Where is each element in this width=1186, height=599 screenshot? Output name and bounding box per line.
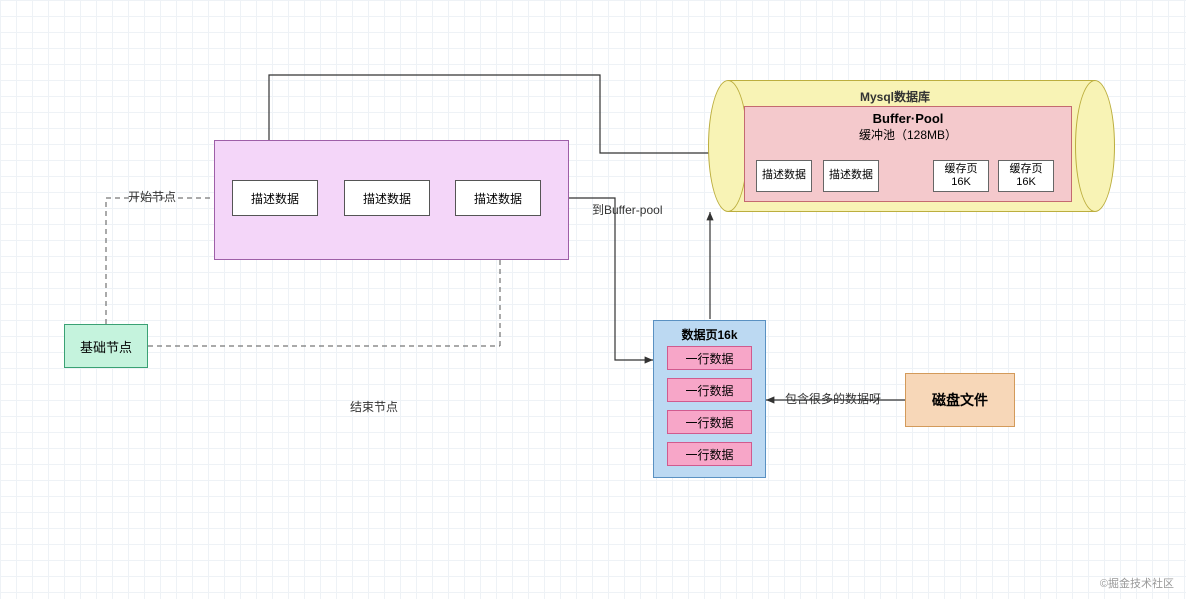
bp-desc-cell-0: 描述数据 (756, 160, 812, 192)
base-node: 基础节点 (64, 324, 148, 368)
bp-cache-cell-0: 缓存页 16K (933, 160, 989, 192)
bp-desc-cell-1: 描述数据 (823, 160, 879, 192)
mysql-cylinder-right-cap (1075, 80, 1115, 212)
data-page-title: 数据页16k (681, 326, 737, 343)
data-page-row-1: 一行数据 (667, 378, 752, 402)
free-list-cell-2: 描述数据 (455, 180, 541, 216)
data-page-row-0: 一行数据 (667, 346, 752, 370)
to-buffer-pool-label: 到Buffer-pool (592, 201, 662, 218)
mysql-cylinder-left-cap (708, 80, 748, 212)
free-list-cell-1: 描述数据 (344, 180, 430, 216)
mysql-title: Mysql数据库 (860, 88, 930, 105)
diagram-canvas: Free链表 描述数据 描述数据 描述数据 基础节点 开始节点 结束节点 到Bu… (0, 0, 1186, 599)
disk-file: 磁盘文件 (905, 373, 1015, 427)
end-node-label: 结束节点 (350, 398, 398, 415)
free-list-cell-0: 描述数据 (232, 180, 318, 216)
watermark: ©掘金技术社区 (1100, 575, 1174, 591)
data-page-row-3: 一行数据 (667, 442, 752, 466)
bp-cache-cell-1: 缓存页 16K (998, 160, 1054, 192)
disk-arrow-label: 包含很多的数据呀 (785, 390, 881, 407)
start-node-label: 开始节点 (128, 188, 176, 205)
buffer-pool-title2: 缓冲池（128MB） (859, 126, 957, 143)
buffer-pool-title1: Buffer·Pool (873, 111, 944, 126)
data-page-row-2: 一行数据 (667, 410, 752, 434)
